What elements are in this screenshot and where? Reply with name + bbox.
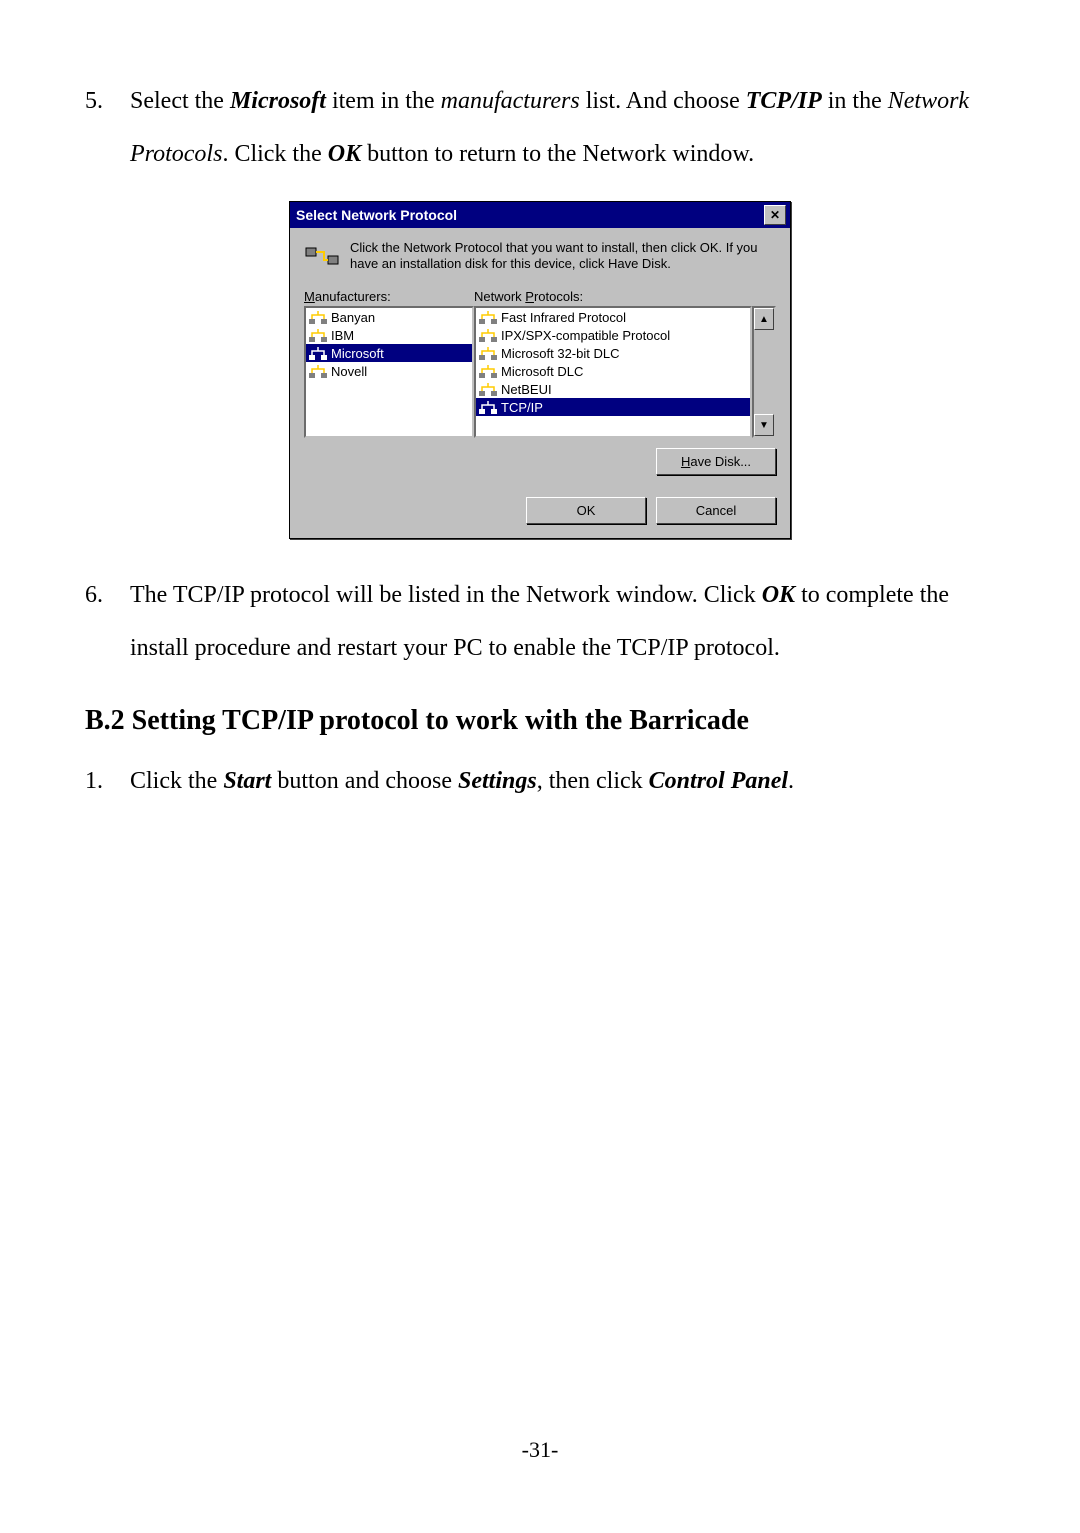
section-heading: B.2 Setting TCP/IP protocol to work with… bbox=[85, 705, 995, 737]
list-item[interactable]: Microsoft DLC bbox=[476, 362, 750, 380]
dialog-title: Select Network Protocol bbox=[294, 207, 457, 223]
close-icon: ✕ bbox=[770, 209, 780, 221]
step-number: 6. bbox=[85, 569, 130, 675]
step-1: 1. Click the Start button and choose Set… bbox=[85, 755, 995, 808]
list-item-label: IPX/SPX-compatible Protocol bbox=[501, 328, 670, 343]
list-item-label: Microsoft bbox=[331, 346, 384, 361]
list-item[interactable]: Microsoft 32-bit DLC bbox=[476, 344, 750, 362]
list-item[interactable]: TCP/IP bbox=[476, 398, 750, 416]
list-item-label: TCP/IP bbox=[501, 400, 543, 415]
step-text: Click the Start button and choose Settin… bbox=[130, 755, 794, 808]
select-network-protocol-dialog: Select Network Protocol ✕ Click the Netw… bbox=[289, 201, 791, 540]
triangle-down-icon: ▼ bbox=[759, 420, 769, 431]
step-number: 1. bbox=[85, 755, 130, 808]
list-item[interactable]: Fast Infrared Protocol bbox=[476, 308, 750, 326]
step-6: 6. The TCP/IP protocol will be listed in… bbox=[85, 569, 995, 675]
protocol-icon bbox=[479, 381, 497, 397]
page-number: -31- bbox=[0, 1437, 1080, 1463]
dialog-titlebar: Select Network Protocol ✕ bbox=[290, 202, 790, 228]
scroll-up-button[interactable]: ▲ bbox=[754, 308, 774, 330]
protocol-wire-icon bbox=[304, 240, 340, 272]
protocol-icon bbox=[309, 327, 327, 343]
manufacturers-listbox[interactable]: Banyan IBM Microsoft Novell bbox=[304, 306, 474, 438]
protocol-icon bbox=[309, 363, 327, 379]
close-button[interactable]: ✕ bbox=[764, 205, 786, 225]
protocols-listbox[interactable]: Fast Infrared Protocol IPX/SPX-compatibl… bbox=[474, 306, 752, 438]
list-item[interactable]: Microsoft bbox=[306, 344, 472, 362]
list-item-label: Microsoft DLC bbox=[501, 364, 583, 379]
list-item[interactable]: IPX/SPX-compatible Protocol bbox=[476, 326, 750, 344]
protocol-icon bbox=[309, 345, 327, 361]
step-text: Select the Microsoft item in the manufac… bbox=[130, 75, 995, 181]
list-item-label: NetBEUI bbox=[501, 382, 552, 397]
list-item[interactable]: Novell bbox=[306, 362, 472, 380]
list-item[interactable]: Banyan bbox=[306, 308, 472, 326]
have-disk-button[interactable]: Have Disk... bbox=[656, 448, 776, 475]
dialog-description: Click the Network Protocol that you want… bbox=[350, 240, 776, 274]
protocols-scrollbar[interactable]: ▲ ▼ bbox=[752, 306, 776, 438]
list-item[interactable]: NetBEUI bbox=[476, 380, 750, 398]
step-5: 5. Select the Microsoft item in the manu… bbox=[85, 75, 995, 181]
protocol-icon bbox=[479, 345, 497, 361]
protocols-label: Network Protocols: bbox=[474, 289, 776, 304]
step-text: The TCP/IP protocol will be listed in th… bbox=[130, 569, 995, 675]
list-item-label: Banyan bbox=[331, 310, 375, 325]
list-item-label: Microsoft 32-bit DLC bbox=[501, 346, 619, 361]
list-item-label: IBM bbox=[331, 328, 354, 343]
protocol-icon bbox=[479, 363, 497, 379]
list-item-label: Novell bbox=[331, 364, 367, 379]
protocol-icon bbox=[479, 399, 497, 415]
ok-button[interactable]: OK bbox=[526, 497, 646, 524]
step-number: 5. bbox=[85, 75, 130, 181]
cancel-button[interactable]: Cancel bbox=[656, 497, 776, 524]
list-item-label: Fast Infrared Protocol bbox=[501, 310, 626, 325]
protocol-icon bbox=[309, 309, 327, 325]
manufacturers-label: Manufacturers: bbox=[304, 289, 474, 304]
scroll-down-button[interactable]: ▼ bbox=[754, 414, 774, 436]
protocol-icon bbox=[479, 309, 497, 325]
protocol-icon bbox=[479, 327, 497, 343]
list-item[interactable]: IBM bbox=[306, 326, 472, 344]
triangle-up-icon: ▲ bbox=[759, 314, 769, 325]
